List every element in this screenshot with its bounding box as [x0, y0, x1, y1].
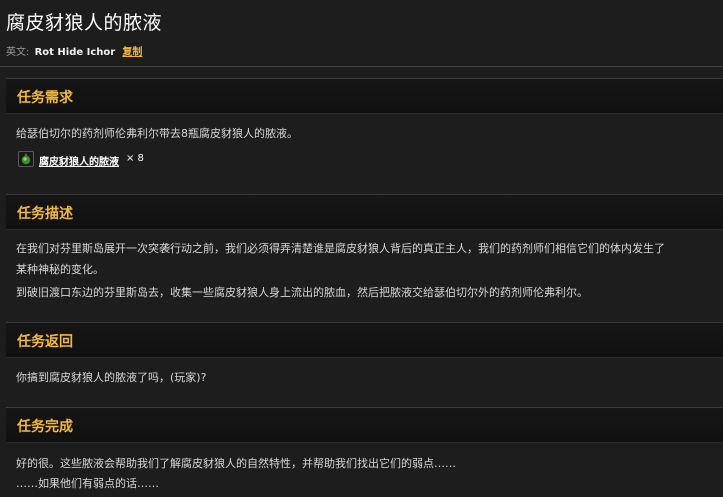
section-progress-heading: 任务返回	[17, 334, 73, 350]
description-line-2: 某种神秘的变化。	[16, 263, 104, 276]
description-line-1: 在我们对芬里斯岛展开一次突袭行动之前，我们必须得弄清楚谁是腐皮豺狼人背后的真正主…	[16, 242, 665, 255]
copy-link[interactable]: 复制	[122, 47, 142, 58]
green-potion-icon[interactable]	[18, 151, 34, 167]
section-progress-header: 任务返回	[6, 322, 723, 358]
section-completion-heading: 任务完成	[17, 419, 73, 435]
section-description-header: 任务描述	[6, 194, 723, 230]
progress-text: 你搞到腐皮豺狼人的脓液了吗，(玩家)?	[16, 371, 207, 384]
section-requirements-header: 任务需求	[6, 78, 723, 114]
completion-line-2: ……如果他们有弱点的话……	[16, 477, 159, 490]
page-title: 腐皮豺狼人的脓液	[6, 12, 163, 34]
english-label: 英文:	[6, 47, 30, 58]
description-line-3: 到破旧渡口东边的芬里斯岛去，收集一些腐皮豺狼人身上流出的脓血，然后把脓液交给瑟伯…	[16, 286, 588, 299]
section-requirements-heading: 任务需求	[17, 90, 73, 106]
section-description-heading: 任务描述	[17, 206, 73, 222]
english-name: Rot Hide Ichor	[34, 47, 116, 58]
quest-page: 腐皮豺狼人的脓液 英文: Rot Hide Ichor 复制 任务需求 给瑟伯切…	[0, 0, 723, 497]
english-name-row: 英文: Rot Hide Ichor 复制	[6, 43, 142, 58]
completion-line-1: 好的很。这些脓液会帮助我们了解腐皮豺狼人的自然特性，并帮助我们找出它们的弱点……	[16, 457, 456, 470]
item-link[interactable]: 腐皮豺狼人的脓液	[39, 153, 119, 168]
item-quantity: × 8	[126, 153, 144, 164]
title-divider	[0, 66, 723, 67]
requirements-text: 给瑟伯切尔的药剂师伦弗利尔带去8瓶腐皮豺狼人的脓液。	[16, 127, 298, 140]
section-completion-header: 任务完成	[6, 407, 723, 443]
